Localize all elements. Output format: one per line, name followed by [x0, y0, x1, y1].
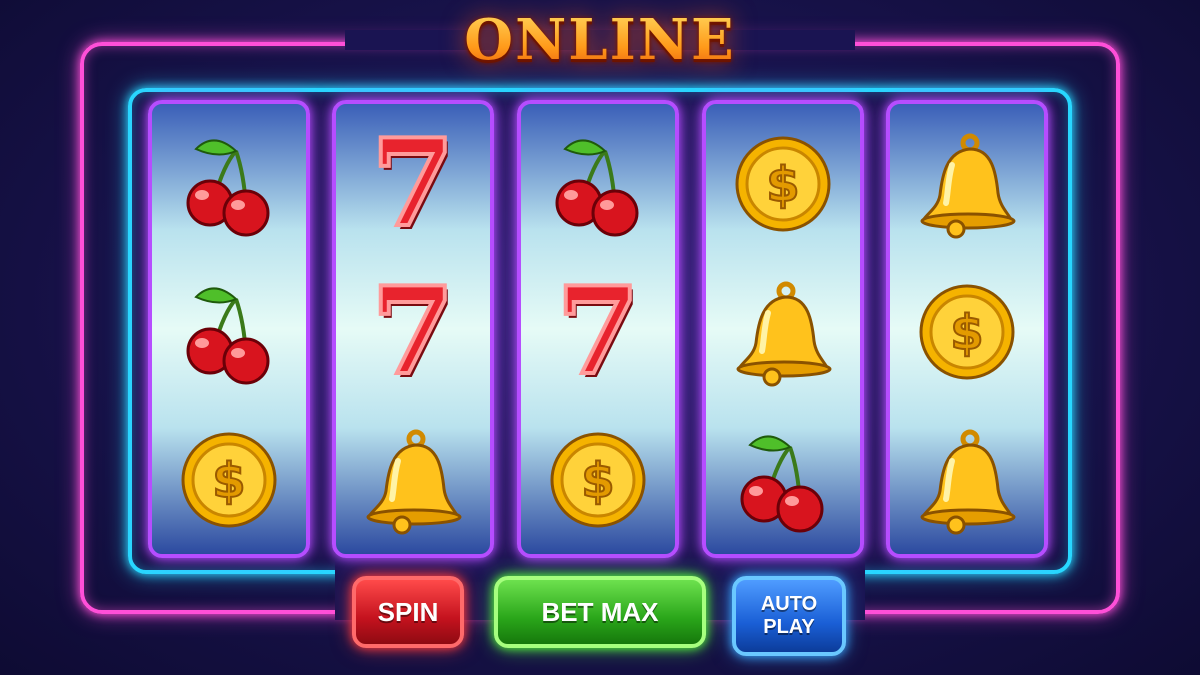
dollar-coin-icon: $ — [152, 420, 306, 540]
game-title: ONLINE CASINO — [348, 4, 852, 145]
svg-text:$: $ — [950, 305, 983, 361]
dollar-coin-icon: $ — [521, 420, 675, 540]
dollar-coin-icon: $ — [706, 124, 860, 244]
svg-text:$: $ — [766, 157, 799, 213]
cherry-icon — [152, 272, 306, 392]
seven-icon: 7 — [369, 261, 456, 402]
auto-play-label-line1: AUTO — [760, 593, 818, 615]
reel-2: 77 — [332, 100, 494, 558]
auto-play-button[interactable]: AUTO PLAY — [732, 576, 846, 656]
bell-icon — [890, 124, 1044, 244]
bell-icon — [706, 272, 860, 392]
seven-icon: 7 — [369, 113, 456, 254]
bell-icon — [336, 420, 490, 540]
cherry-icon — [521, 124, 675, 244]
bet-max-button[interactable]: BET MAX — [494, 576, 706, 648]
seven-icon: 7 — [554, 261, 641, 402]
reel-4: $ — [702, 100, 864, 558]
dollar-coin-icon: $ — [890, 272, 1044, 392]
svg-text:$: $ — [212, 453, 245, 509]
bell-icon — [890, 420, 1044, 540]
reel-1: $ — [148, 100, 310, 558]
reel-3: 7 $ — [517, 100, 679, 558]
reel-5: $ — [886, 100, 1048, 558]
auto-play-label-line2: PLAY — [763, 616, 815, 638]
spin-button[interactable]: SPIN — [352, 576, 464, 648]
svg-text:$: $ — [581, 453, 614, 509]
cherry-icon — [152, 124, 306, 244]
cherry-icon — [706, 420, 860, 540]
